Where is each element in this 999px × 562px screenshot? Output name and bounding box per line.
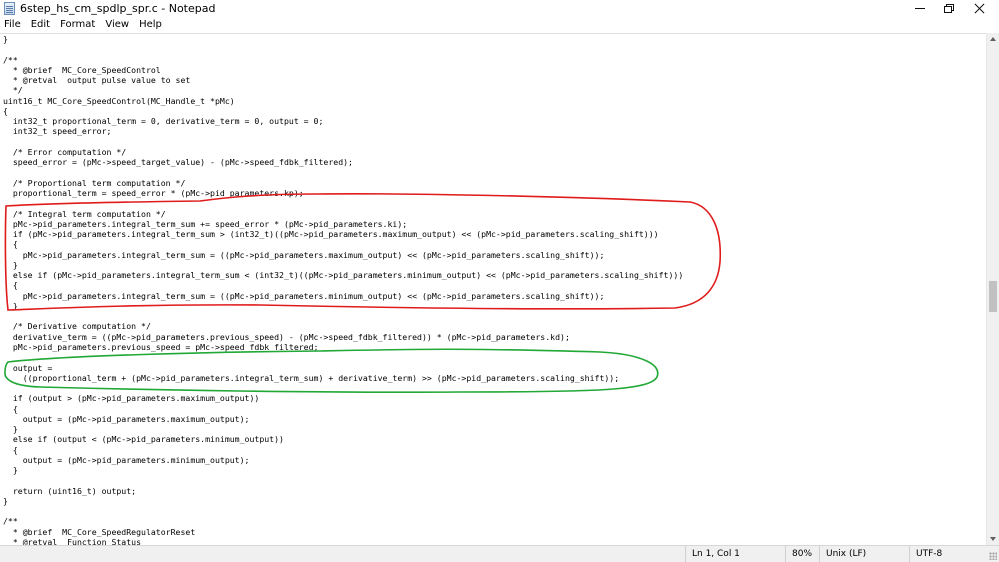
minimize-button[interactable]	[905, 0, 935, 17]
code-line: pMc->pid_parameters.integral_term_sum = …	[3, 249, 605, 260]
menu-help[interactable]: Help	[134, 17, 167, 33]
resize-grip-icon[interactable]	[989, 552, 997, 560]
encoding: UTF-8	[909, 546, 999, 562]
menu-format[interactable]: Format	[55, 17, 100, 33]
code-line: pMc->pid_parameters.integral_term_sum +=…	[3, 218, 408, 229]
code-line: * @brief MC_Core_SpeedControl	[3, 64, 161, 75]
code-line: /* Derivative computation */	[3, 321, 151, 332]
code-line: derivative_term = ((pMc->pid_parameters.…	[3, 331, 570, 342]
code-text: } /** * @brief MC_Core_SpeedControl * @re…	[3, 34, 683, 545]
line-ending: Unix (LF)	[819, 546, 909, 562]
code-line: else if (pMc->pid_parameters.integral_te…	[3, 270, 684, 281]
code-line: pMc->pid_parameters.integral_term_sum = …	[3, 290, 605, 301]
window-title: 6step_hs_cm_spdlp_spr.c - Notepad	[20, 2, 216, 15]
code-line: */	[3, 85, 23, 96]
code-line: if (pMc->pid_parameters.integral_term_su…	[3, 229, 659, 240]
code-line: * @brief MC_Core_SpeedRegulatorReset	[3, 526, 196, 537]
code-line: {	[3, 280, 18, 291]
cursor-position: Ln 1, Col 1	[685, 546, 785, 562]
minimize-icon	[915, 8, 925, 9]
code-line: /**	[3, 516, 18, 527]
menu-bar: File Edit Format View Help	[0, 17, 999, 33]
code-line: }	[3, 300, 18, 311]
code-line: int32_t proportional_term = 0, derivativ…	[3, 116, 324, 127]
code-line: /* Integral term computation */	[3, 208, 166, 219]
code-line: output = (pMc->pid_parameters.maximum_ou…	[3, 413, 250, 424]
close-button[interactable]	[964, 0, 994, 17]
menu-edit[interactable]: Edit	[26, 17, 55, 33]
code-line: }	[3, 465, 18, 476]
code-line: output =	[3, 362, 53, 373]
restore-icon	[944, 4, 954, 13]
code-line: }	[3, 34, 8, 44]
text-editor[interactable]: } /** * @brief MC_Core_SpeedControl * @re…	[0, 33, 986, 545]
scroll-thumb[interactable]	[989, 281, 997, 312]
zoom-level: 80%	[785, 546, 819, 562]
code-line: speed_error = (pMc->speed_target_value) …	[3, 157, 353, 168]
code-line: * @retval Function Status	[3, 537, 142, 545]
code-line: }	[3, 259, 18, 270]
close-icon	[974, 3, 985, 14]
code-line: if (output > (pMc->pid_parameters.maximu…	[3, 393, 260, 404]
notepad-icon	[4, 2, 15, 15]
code-line: {	[3, 239, 18, 250]
code-line: ((proportional_term + (pMc->pid_paramete…	[3, 372, 620, 383]
code-line: /* Error computation */	[3, 146, 127, 157]
code-line: else if (output < (pMc->pid_parameters.m…	[3, 434, 284, 445]
code-line: * @retval output pulse value to set	[3, 75, 191, 86]
menu-file[interactable]: File	[0, 17, 26, 33]
code-line: /* Proportional term computation */	[3, 177, 186, 188]
status-bar: Ln 1, Col 1 80% Unix (LF) UTF-8	[0, 545, 999, 562]
code-line: /**	[3, 54, 18, 65]
vertical-scrollbar[interactable]	[986, 33, 999, 545]
scroll-up-icon[interactable]	[990, 37, 996, 41]
code-line: uint16_t MC_Core_SpeedControl(MC_Handle_…	[3, 95, 235, 106]
code-line: return (uint16_t) output;	[3, 485, 137, 496]
code-line: output = (pMc->pid_parameters.minimum_ou…	[3, 454, 250, 465]
menu-view[interactable]: View	[100, 17, 134, 33]
code-line: pMc->pid_parameters.previous_speed = pMc…	[3, 341, 319, 352]
code-line: int32_t speed_error;	[3, 126, 112, 137]
code-line: }	[3, 495, 8, 506]
restore-button[interactable]	[934, 0, 964, 17]
code-line: {	[3, 444, 18, 455]
code-line: {	[3, 403, 18, 414]
code-line: {	[3, 105, 8, 116]
title-bar[interactable]: 6step_hs_cm_spdlp_spr.c - Notepad	[0, 0, 999, 17]
code-line: proportional_term = speed_error * (pMc->…	[3, 187, 304, 198]
code-line: }	[3, 424, 18, 435]
scroll-down-icon[interactable]	[990, 537, 996, 541]
